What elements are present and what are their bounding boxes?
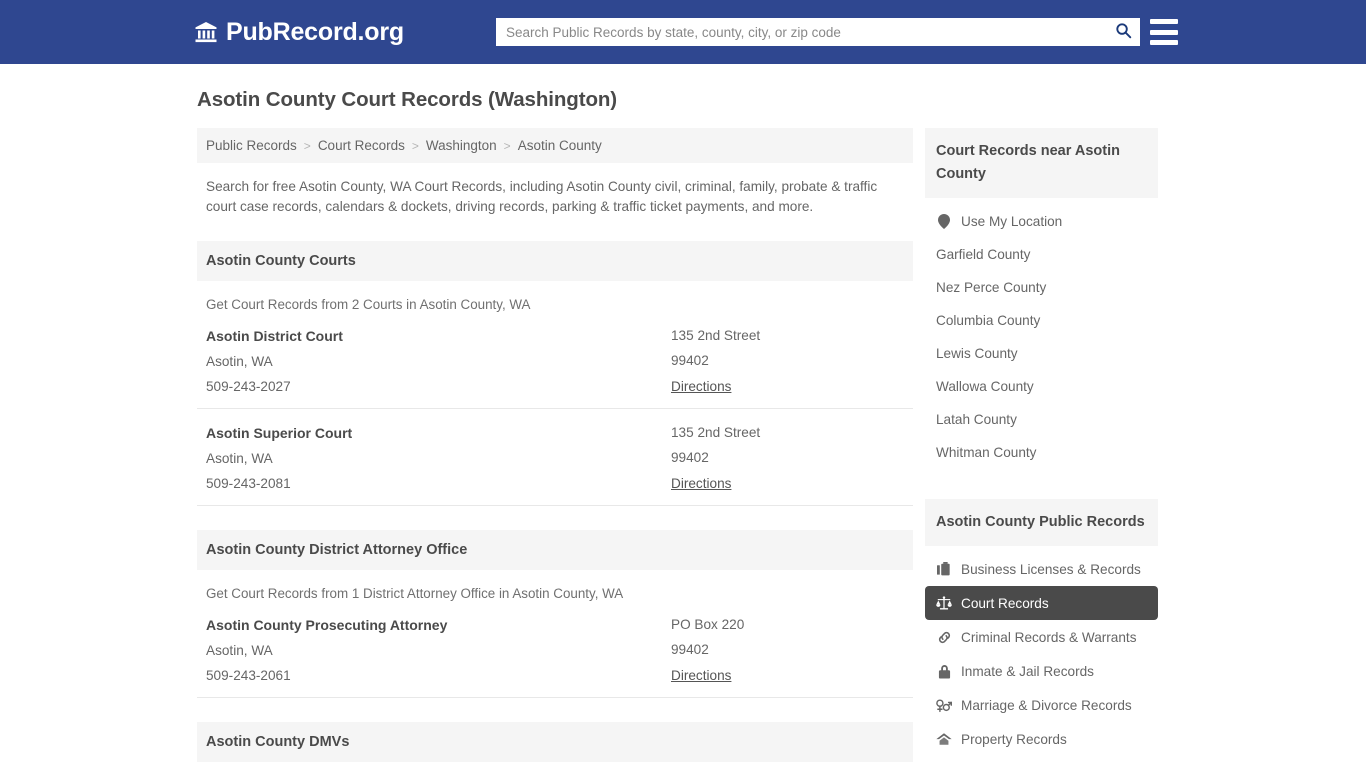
breadcrumb-separator: > (411, 138, 419, 153)
sidebar-record-item-label: Criminal Records & Warrants (961, 629, 1137, 645)
breadcrumb: Public Records > Court Records > Washington >… (197, 128, 913, 163)
main-content: Public Records > Court Records > Washington >… (197, 128, 913, 768)
sidebar-nearby-item-label: Use My Location (961, 213, 1063, 229)
breadcrumb-item-court-records[interactable]: Court Records (318, 138, 405, 153)
search-input[interactable] (496, 24, 1106, 40)
sidebar-nearby-item-label: Nez Perce County (936, 280, 1047, 295)
section-subtext: Get Court Records from 1 District Attorn… (206, 586, 624, 601)
listing-phone[interactable]: 509-243-2081 (206, 476, 671, 491)
sidebar-record-item-criminal-records-warrants[interactable]: Criminal Records & Warrants (925, 620, 1158, 654)
sidebar-nearby-item-wallowa-county[interactable]: Wallowa County (925, 370, 1158, 403)
sidebar-record-item-marriage-divorce-records[interactable]: Marriage & Divorce Records (925, 688, 1158, 722)
section-heading: Asotin County DMVs (197, 722, 913, 762)
sidebar-nearby-item-latah-county[interactable]: Latah County (925, 403, 1158, 436)
listing-name[interactable]: Asotin Superior Court (206, 425, 671, 441)
sidebar-nearby-heading: Court Records near Asotin County (925, 128, 1158, 198)
site-logo[interactable]: PubRecord.org (194, 18, 404, 47)
listing-row: Asotin County Prosecuting Attorney Asotin… (197, 601, 913, 698)
breadcrumb-item-public-records[interactable]: Public Records (206, 138, 297, 153)
sidebar-record-item-label: Property Records (961, 731, 1067, 747)
directions-link[interactable]: Directions (671, 476, 731, 491)
search-icon (1115, 22, 1132, 42)
hamburger-bar (1150, 29, 1178, 35)
listing-name[interactable]: Asotin County Prosecuting Attorney (206, 617, 671, 633)
listing-row: Asotin Superior Court Asotin, WA 509-243-2… (197, 409, 913, 506)
listing-address: 135 2nd Street (671, 328, 761, 343)
sidebar-nearby-item-label: Lewis County (936, 346, 1018, 361)
listing-phone[interactable]: 509-243-2061 (206, 668, 671, 683)
section-heading: Asotin County District Attorney Office (197, 530, 913, 570)
listing-name[interactable]: Asotin District Court (206, 328, 671, 344)
search-bar (496, 18, 1140, 46)
sidebar-nearby-item-label: Whitman County (936, 445, 1037, 460)
breadcrumb-separator: > (303, 138, 311, 153)
breadcrumb-item-asotin-county: Asotin County (517, 138, 602, 153)
listing-phone[interactable]: 509-243-2027 (206, 379, 671, 394)
sidebar-public-records-heading: Asotin County Public Records (925, 499, 1158, 546)
sidebar-record-item-court-records[interactable]: Court Records (925, 586, 1158, 620)
directions-link[interactable]: Directions (671, 379, 731, 394)
sidebar-record-item-label: Court Records (961, 595, 1049, 611)
sidebar-nearby-item-nez-perce-county[interactable]: Nez Perce County (925, 271, 1158, 304)
gender-symbols-icon (936, 697, 952, 713)
briefcase-icon (936, 561, 952, 577)
sidebar-nearby-item-label: Latah County (936, 412, 1017, 427)
site-logo-text: PubRecord.org (226, 17, 404, 46)
sidebar-nearby-list: Use My Location Garfield County Nez Perce … (925, 198, 1158, 469)
sidebar-record-item-property-records[interactable]: Property Records (925, 722, 1158, 756)
breadcrumb-separator: > (503, 138, 511, 153)
directions-link[interactable]: Directions (671, 668, 731, 683)
sidebar-nearby-item-label: Garfield County (936, 247, 1031, 262)
listing-address: PO Box 220 (671, 617, 745, 632)
listing-right-column: PO Box 220 99402 Directions (671, 617, 904, 685)
page-title: Asotin County Court Records (Washington) (197, 88, 618, 111)
section-subtext: Get Court Records from 2 Courts in Asoti… (206, 297, 531, 312)
chain-link-icon (936, 629, 952, 645)
sidebar-record-item-inmate-jail-records[interactable]: Inmate & Jail Records (925, 654, 1158, 688)
listing-zip: 99402 (671, 450, 709, 465)
listing-city-state: Asotin, WA (206, 354, 273, 369)
sidebar-nearby-item-garfield-county[interactable]: Garfield County (925, 238, 1158, 271)
section-heading: Asotin County Courts (197, 241, 913, 281)
search-button[interactable] (1106, 18, 1140, 46)
padlock-icon (936, 663, 952, 679)
sections-container: Asotin County Courts Get Court Records fr… (197, 241, 913, 768)
sidebar-nearby-item-label: Columbia County (936, 313, 1041, 328)
listing-city-state: Asotin, WA (206, 643, 273, 658)
sidebar-nearby-item-use-my-location[interactable]: Use My Location (925, 204, 1158, 238)
listing-zip: 99402 (671, 353, 709, 368)
page-intro: Search for free Asotin County, WA Court … (206, 179, 878, 214)
sidebar-nearby-item-label: Wallowa County (936, 379, 1034, 394)
listing-left-column: Asotin Superior Court Asotin, WA 509-243-2… (206, 425, 671, 493)
listing-left-column: Asotin County Prosecuting Attorney Asotin… (206, 617, 671, 685)
page-body: Asotin County Court Records (Washington)… (0, 88, 1366, 768)
hamburger-menu-icon[interactable] (1150, 19, 1178, 45)
sidebar-record-item-label: Inmate & Jail Records (961, 663, 1094, 679)
hamburger-bar (1150, 19, 1178, 24)
bank-icon (194, 20, 218, 44)
sidebar-nearby-item-whitman-county[interactable]: Whitman County (925, 436, 1158, 469)
sidebar-public-records-list: Business Licenses & Records Court Records… (925, 546, 1158, 756)
sidebar-record-item-label: Business Licenses & Records (961, 561, 1141, 577)
sidebar-nearby-item-lewis-county[interactable]: Lewis County (925, 337, 1158, 370)
sidebar-nearby-item-columbia-county[interactable]: Columbia County (925, 304, 1158, 337)
hamburger-bar (1150, 40, 1178, 45)
listing-right-column: 135 2nd Street 99402 Directions (671, 425, 904, 493)
sidebar-record-item-business-licenses-records[interactable]: Business Licenses & Records (925, 552, 1158, 586)
listing-left-column: Asotin District Court Asotin, WA 509-243-2… (206, 328, 671, 396)
listing-zip: 99402 (671, 642, 709, 657)
listing-right-column: 135 2nd Street 99402 Directions (671, 328, 904, 396)
content-columns: Public Records > Court Records > Washington >… (197, 128, 1366, 768)
site-header: PubRecord.org (0, 0, 1366, 64)
listing-city-state: Asotin, WA (206, 451, 273, 466)
house-icon (936, 731, 952, 747)
listing-address: 135 2nd Street (671, 425, 761, 440)
scales-of-justice-icon (936, 595, 952, 611)
location-pin-icon (936, 213, 952, 229)
sidebar-record-item-label: Marriage & Divorce Records (961, 697, 1132, 713)
sidebar: Court Records near Asotin County Use My … (925, 128, 1158, 756)
breadcrumb-item-washington[interactable]: Washington (426, 138, 497, 153)
listing-row: Asotin District Court Asotin, WA 509-243-2… (197, 312, 913, 409)
